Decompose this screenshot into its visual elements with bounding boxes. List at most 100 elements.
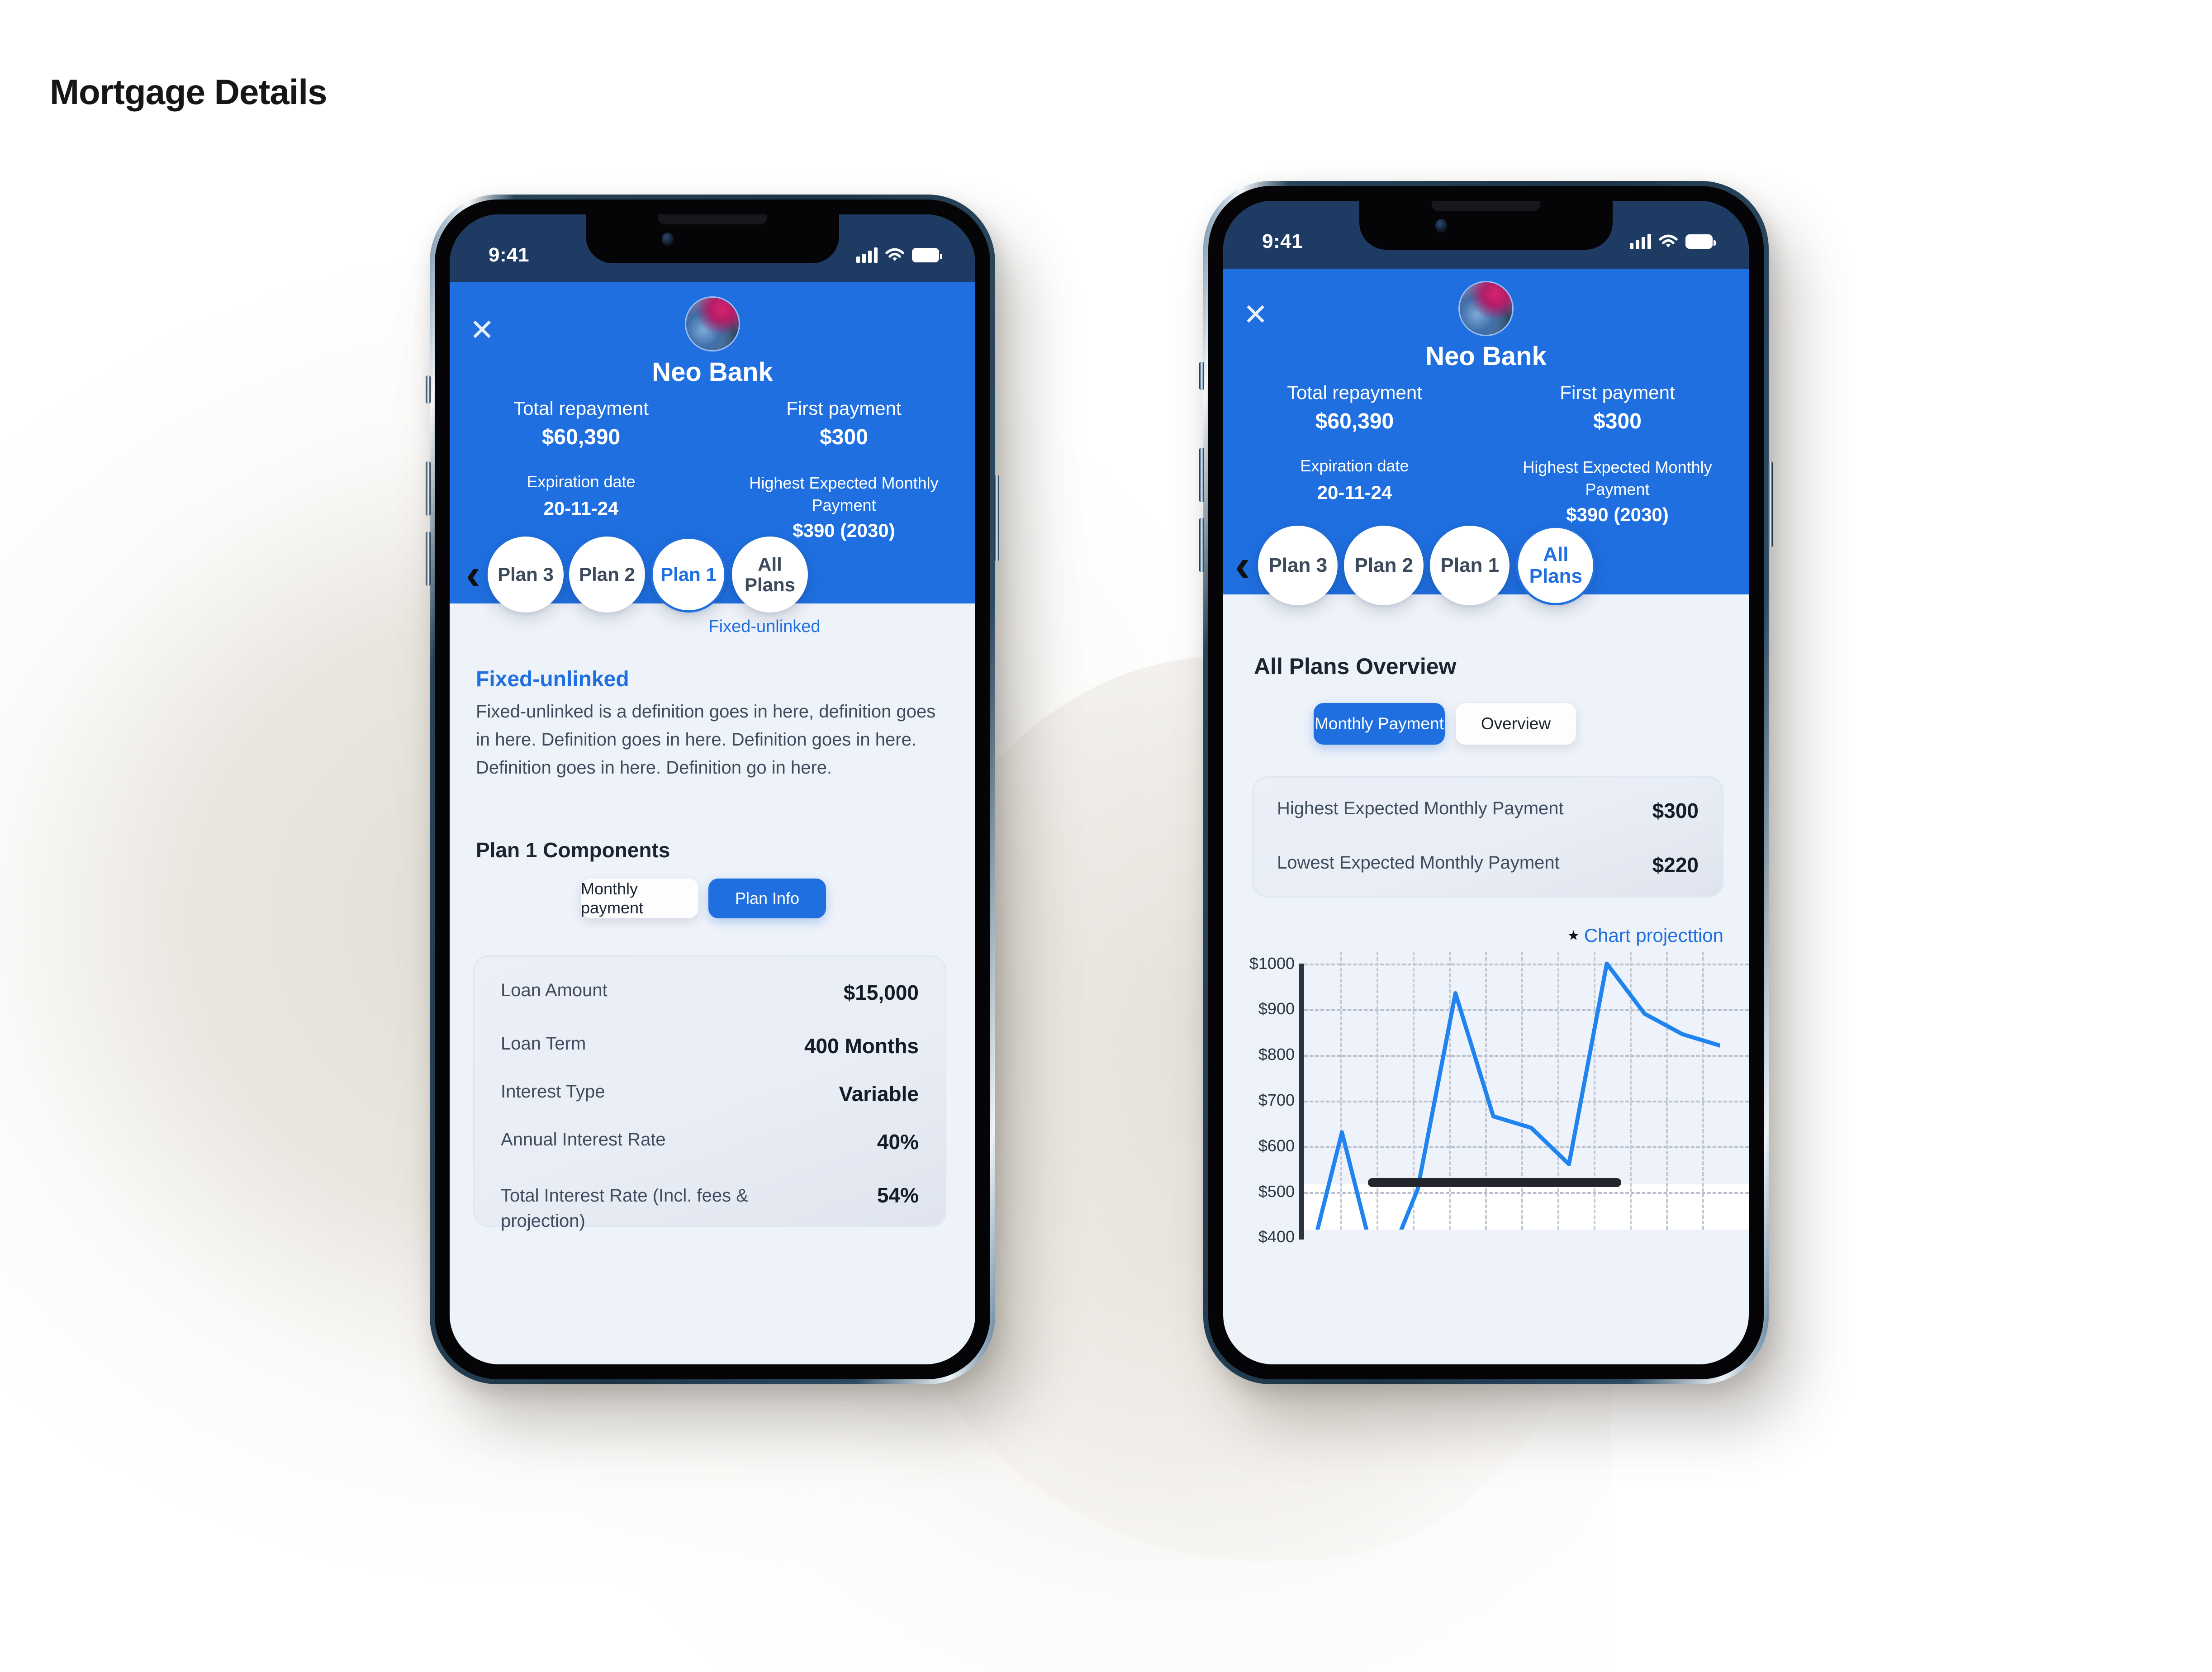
plan-pill-plan-1[interactable]: Plan 1 (1430, 526, 1510, 605)
phone1-toggle-group: Monthly payment Plan Info (581, 879, 826, 918)
close-icon[interactable]: ✕ (470, 315, 494, 345)
row-key: Lowest Expected Monthly Payment (1277, 853, 1560, 873)
row-key: Annual Interest Rate (501, 1130, 666, 1150)
star-icon: ★ (1567, 928, 1580, 943)
plan-pill-label: Plan 3 (498, 564, 554, 585)
row-key: Highest Expected Monthly Payment (1277, 798, 1564, 818)
status-time: 9:41 (1262, 230, 1303, 252)
battery-icon (912, 248, 942, 262)
stat-label: Expiration date (527, 472, 636, 491)
phone2-toggle-group: Monthly Payment Overview (1314, 703, 1576, 745)
stat-total-repayment: Total repayment $60,390 (450, 398, 712, 450)
plan-pill-all-plans[interactable]: All Plans (1516, 526, 1596, 605)
phone1-volume-up (426, 461, 431, 516)
phone-mockup-plan-detail: 9:41 ✕ Neo Bank Total repayment $60,390 … (426, 195, 999, 1384)
stat-label: First payment (786, 398, 902, 419)
section-description: Fixed-unlinked is a definition goes in h… (476, 702, 936, 778)
chart-legend[interactable]: ★ Chart projecttion (1567, 925, 1723, 946)
stat-label: Highest Expected Monthly Payment (1523, 458, 1712, 499)
phone1-notch (586, 214, 839, 263)
toggle-monthly-payment[interactable]: Monthly payment (581, 879, 698, 918)
cellular-bars-icon (856, 247, 878, 263)
plan-pill-all-plans[interactable]: All Plans (731, 537, 808, 613)
y-tick-label: $600 (1258, 1136, 1295, 1155)
earpiece-speaker (658, 214, 767, 224)
phone2-volume-down (1199, 518, 1204, 572)
plan-pill-label: Plan 2 (579, 564, 635, 585)
stat-label: Total repayment (513, 398, 649, 419)
stat-label: Highest Expected Monthly Payment (749, 474, 939, 514)
stat-first-payment: First payment $300 (712, 398, 975, 450)
stat-value: 20-11-24 (543, 498, 619, 519)
toggle-overview[interactable]: Overview (1456, 703, 1576, 745)
table-row: Highest Expected Monthly Payment $300 (1277, 798, 1699, 823)
stat-first-payment: First payment $300 (1486, 382, 1749, 434)
row-key: Loan Amount (501, 980, 608, 1000)
phone-mockup-all-plans: 9:41 ✕ Neo Bank Total repayment $60,390 (1199, 181, 1773, 1384)
stat-label: Expiration date (1300, 456, 1409, 475)
bank-name: Neo Bank (1425, 342, 1547, 371)
wifi-icon (1658, 234, 1678, 249)
table-row: Loan Amount $15,000 (501, 980, 919, 1005)
chart-y-axis-labels: $1000 $900 $800 $700 $600 $500 $400 (1228, 954, 1295, 1246)
plan-pill-label: Plan 3 (1268, 554, 1328, 577)
plan-pill-plan-3[interactable]: Plan 3 (487, 537, 564, 613)
plan-pill-plan-2[interactable]: Plan 2 (569, 537, 645, 613)
plan-pill-label: Plan 1 (660, 564, 717, 585)
phone2-stats-row-primary: Total repayment $60,390 First payment $3… (1223, 382, 1749, 434)
y-tick-label: $900 (1258, 999, 1295, 1018)
chevron-left-icon[interactable]: ‹ (466, 552, 480, 596)
stat-label: First payment (1560, 382, 1675, 403)
row-value: $300 (1652, 799, 1699, 822)
phone2-mute-switch (1199, 362, 1204, 390)
table-row: Loan Term 400 Months (501, 1034, 919, 1058)
stat-value: $300 (820, 425, 868, 449)
table-row: Total Interest Rate (Incl. fees & projec… (501, 1183, 919, 1234)
front-camera-icon (662, 233, 674, 246)
table-row: Annual Interest Rate 40% (501, 1130, 919, 1154)
toggle-monthly-payment[interactable]: Monthly Payment (1314, 703, 1445, 745)
row-value: Variable (839, 1082, 919, 1106)
phone2-volume-up (1199, 448, 1204, 502)
projection-chart: ★ Chart projecttion $1000 $900 $800 $700… (1223, 925, 1749, 1364)
phone1-plan-selector: ‹ Plan 3 Plan 2 Plan 1 All Plans (466, 537, 808, 613)
section-title-all-plans-overview: All Plans Overview (1254, 654, 1457, 679)
y-tick-label: $700 (1258, 1091, 1295, 1109)
plan-pill-label: Plan 1 (1440, 554, 1500, 577)
front-camera-icon (1435, 219, 1447, 233)
close-icon[interactable]: ✕ (1243, 299, 1268, 329)
stat-value: $60,390 (541, 425, 621, 449)
plan-pill-plan-3[interactable]: Plan 3 (1258, 526, 1338, 605)
chart-line-series (1315, 961, 1720, 1230)
phone1-screen: 9:41 ✕ Neo Bank Total repayment $60,390 … (450, 214, 975, 1364)
avatar (686, 298, 739, 350)
phone1-stats-row-primary: Total repayment $60,390 First payment $3… (450, 398, 975, 450)
row-value: 40% (877, 1130, 919, 1154)
row-value: $220 (1652, 853, 1699, 877)
status-time: 9:41 (489, 244, 530, 266)
chart-legend-label: Chart projecttion (1584, 925, 1723, 946)
phone2-screen: 9:41 ✕ Neo Bank Total repayment $60,390 (1223, 201, 1749, 1364)
phone2-summary-card: Highest Expected Monthly Payment $300 Lo… (1252, 776, 1723, 898)
plan-pill-label: Plan 2 (1354, 554, 1414, 577)
toggle-plan-info[interactable]: Plan Info (708, 879, 826, 918)
plan-pill-plan-1[interactable]: Plan 1 (650, 537, 726, 613)
y-tick-label: $400 (1258, 1227, 1295, 1246)
toggle-label: Overview (1481, 714, 1551, 733)
chevron-left-icon[interactable]: ‹ (1235, 543, 1250, 588)
table-row: Lowest Expected Monthly Payment $220 (1277, 853, 1699, 877)
toggle-label: Monthly payment (581, 879, 644, 917)
bank-name: Neo Bank (652, 357, 773, 387)
components-title: Plan 1 Components (476, 838, 670, 862)
toggle-label: Monthly Payment (1315, 714, 1444, 733)
page-title: Mortgage Details (50, 72, 327, 112)
wifi-icon (885, 247, 905, 263)
cellular-bars-icon (1630, 234, 1651, 249)
plan-pill-plan-2[interactable]: Plan 2 (1344, 526, 1424, 605)
stat-total-repayment: Total repayment $60,390 (1223, 382, 1486, 434)
phone1-power-button (994, 475, 999, 561)
stat-expiration-date: Expiration date 20-11-24 (1223, 456, 1486, 526)
battery-icon (1685, 234, 1716, 249)
y-tick-label: $1000 (1249, 954, 1295, 973)
y-tick-label: $500 (1258, 1182, 1295, 1201)
